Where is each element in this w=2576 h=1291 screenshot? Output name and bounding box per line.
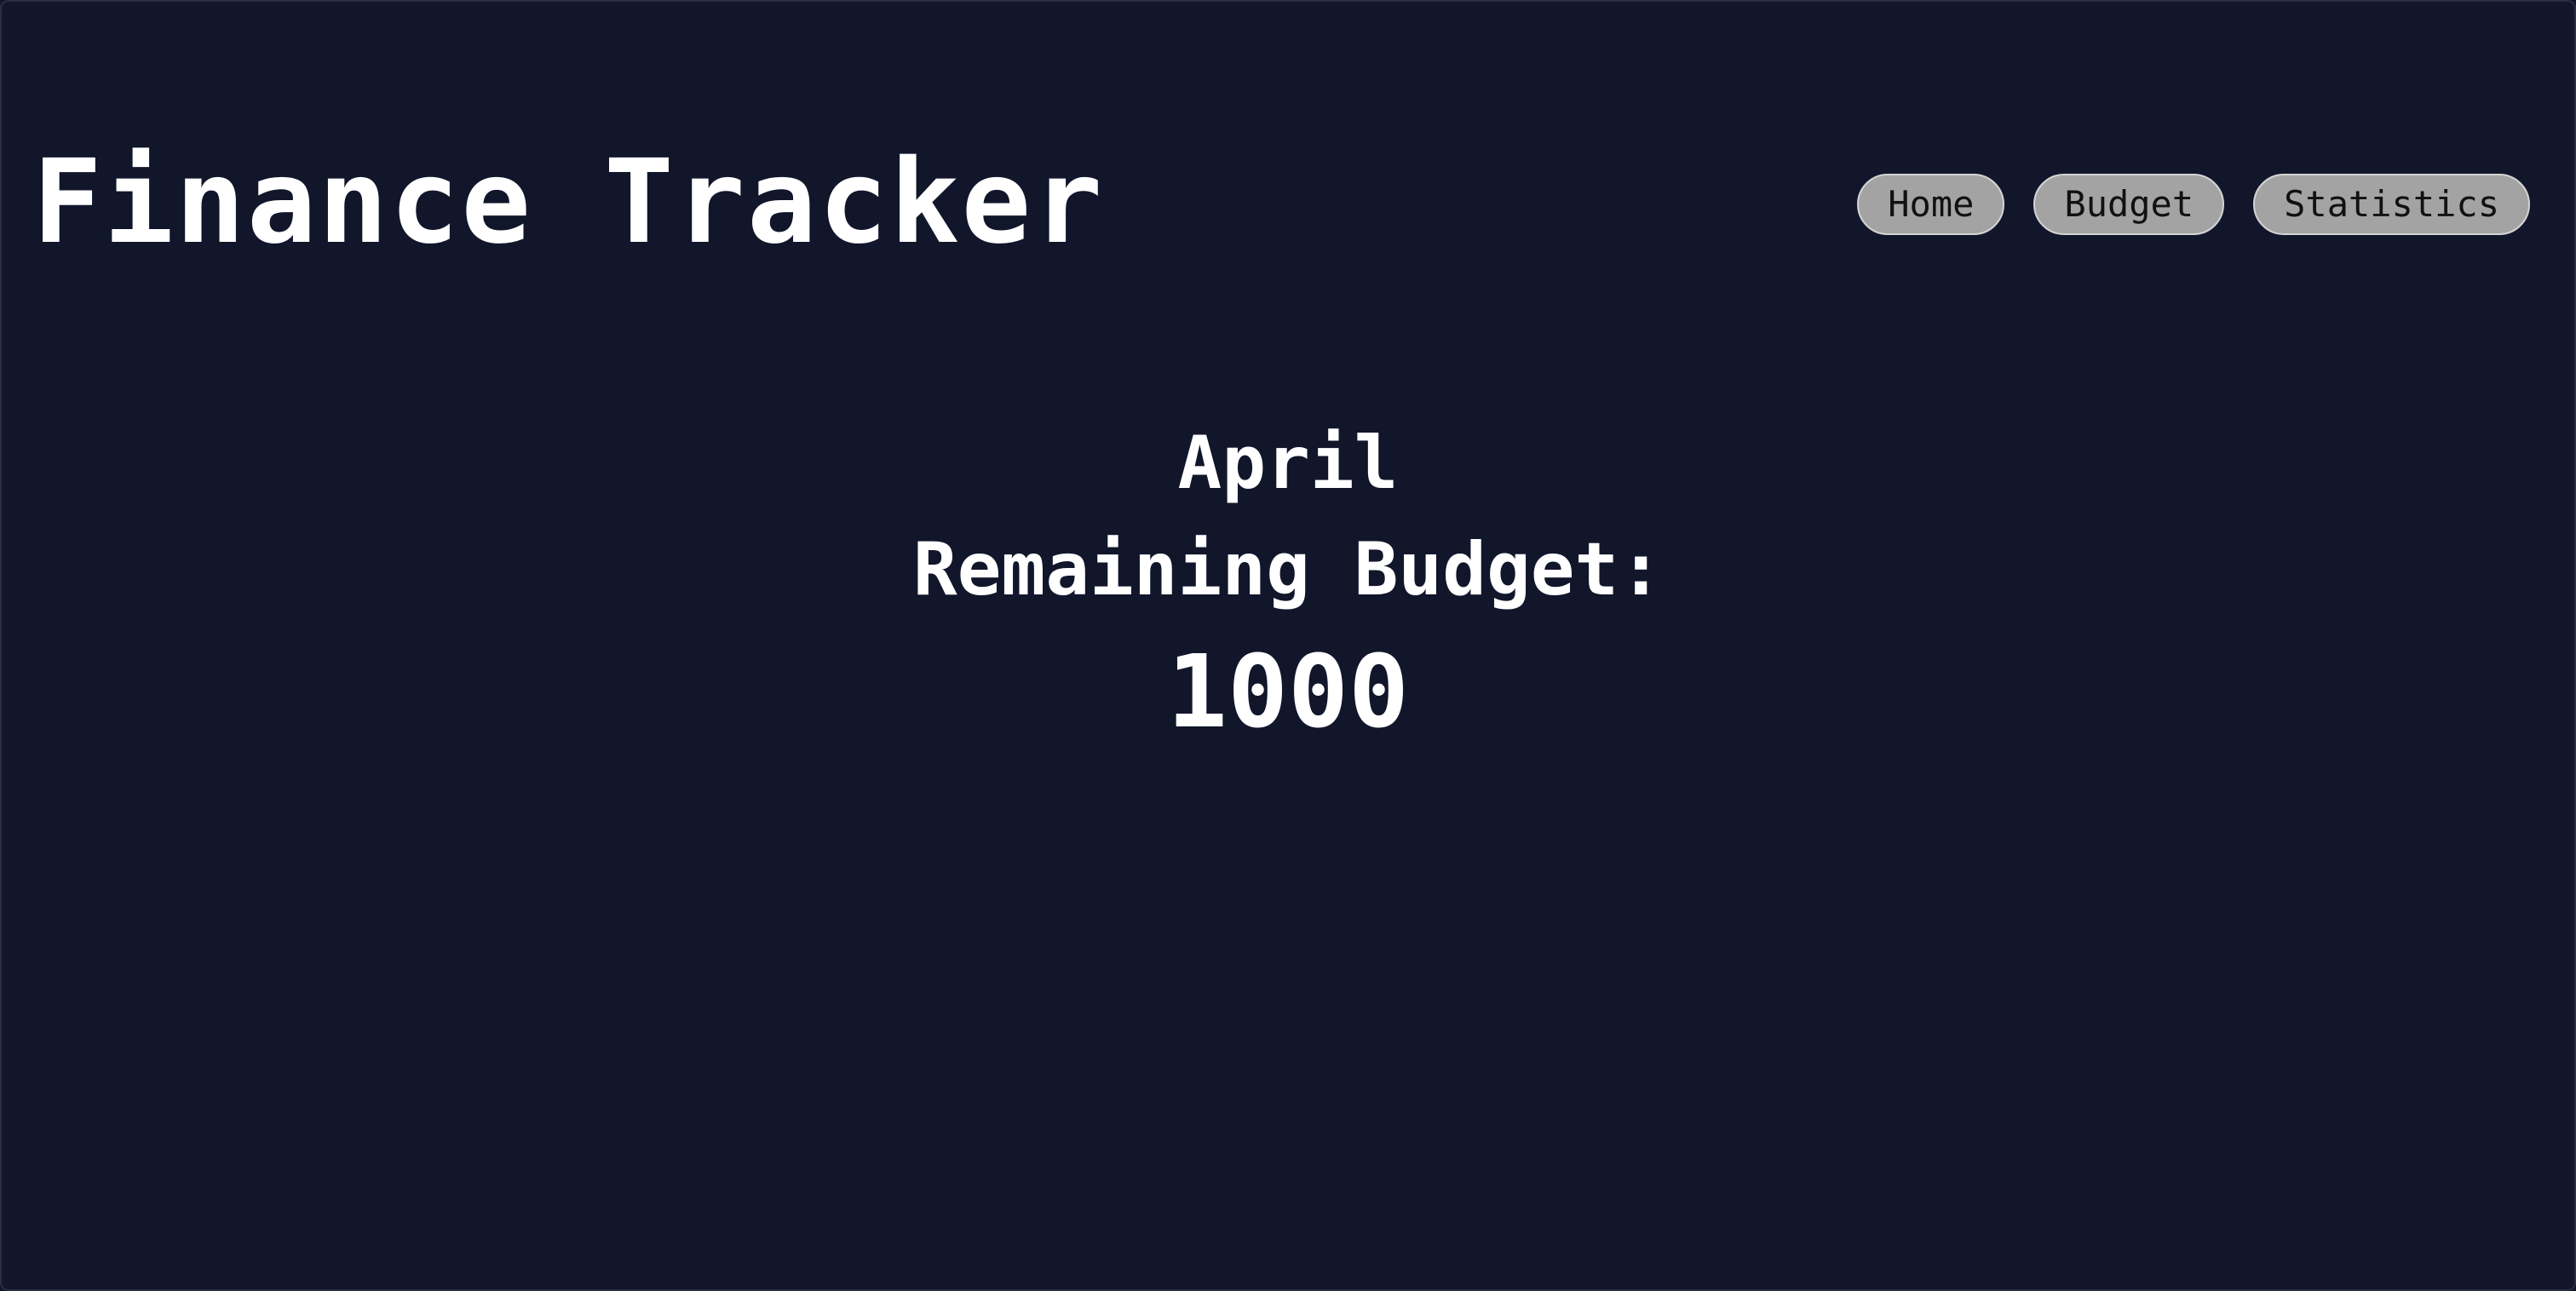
nav-home-button[interactable]: Home bbox=[1857, 174, 2005, 235]
nav-budget-button[interactable]: Budget bbox=[2033, 174, 2225, 235]
remaining-budget-label: Remaining Budget: bbox=[912, 526, 1664, 612]
app-window: Finance Tracker Home Budget Statistics A… bbox=[0, 0, 2576, 1291]
budget-summary: April Remaining Budget: 1000 bbox=[2, 410, 2574, 750]
month-label: April bbox=[1177, 421, 1399, 506]
app-title: Finance Tracker bbox=[32, 135, 1105, 270]
nav-statistics-button[interactable]: Statistics bbox=[2253, 174, 2530, 235]
remaining-budget-amount: 1000 bbox=[1166, 633, 1410, 751]
main-nav: Home Budget Statistics bbox=[1857, 174, 2530, 235]
